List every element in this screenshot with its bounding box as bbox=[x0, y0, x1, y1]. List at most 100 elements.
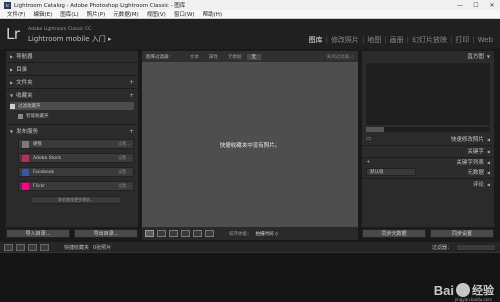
photo-count: 0张照片 bbox=[93, 244, 112, 251]
folders-header[interactable]: ▶ 文件夹 + bbox=[6, 77, 138, 87]
expand-triangle-icon: ▶ bbox=[10, 79, 14, 85]
navigator-label: 导航器 bbox=[16, 54, 33, 60]
histogram-header[interactable]: 直方图 ▼ bbox=[362, 51, 494, 61]
filter-metadata[interactable]: 元数据 bbox=[223, 54, 247, 60]
publish-setup-link[interactable]: 设置... bbox=[118, 155, 130, 161]
grid-icon[interactable] bbox=[28, 243, 37, 251]
publish-services-header[interactable]: ▼ 发布服务 + bbox=[6, 126, 138, 136]
watermark-cn: 经验 bbox=[472, 284, 494, 297]
loupe-view-icon[interactable] bbox=[157, 230, 166, 237]
left-panel: ▶ 导航器 ▶ 目录 ▶ 文件夹 + ▼ 收藏夹 + 过滤收藏夹 智能收藏夹 ▼… bbox=[6, 51, 138, 227]
menu-photo[interactable]: 照片(P) bbox=[83, 10, 110, 18]
catalog-header[interactable]: ▶ 目录 bbox=[6, 64, 138, 74]
menu-help[interactable]: 帮助(H) bbox=[199, 10, 226, 18]
flickr-icon bbox=[22, 182, 29, 190]
maximize-button[interactable]: ☐ bbox=[468, 0, 484, 10]
people-view-icon[interactable] bbox=[193, 230, 202, 237]
sort-label: 排序依据： bbox=[229, 231, 252, 237]
sync-metadata-button[interactable]: 同步元数据 bbox=[362, 229, 426, 238]
minimize-button[interactable]: — bbox=[452, 0, 468, 10]
add-collection-icon[interactable]: + bbox=[129, 92, 134, 99]
filmstrip[interactable] bbox=[0, 252, 500, 302]
expand-triangle-icon: ▶ bbox=[10, 53, 14, 59]
import-button[interactable]: 导入目录... bbox=[6, 229, 70, 238]
lightroom-mobile-link[interactable]: Lightroom mobile 入门 ▸ bbox=[28, 34, 112, 44]
menu-edit[interactable]: 编辑(E) bbox=[29, 10, 56, 18]
filmstrip-bar: 快捷收藏夹 0张照片 过滤器： bbox=[0, 242, 500, 252]
filter-preset-select[interactable]: 关闭过滤器 ◇ bbox=[327, 54, 354, 60]
compare-view-icon[interactable] bbox=[169, 230, 178, 237]
menu-library[interactable]: 图库(L) bbox=[56, 10, 82, 18]
collection-item-smart[interactable]: 智能收藏夹 bbox=[18, 112, 134, 120]
grid-view[interactable]: 快捷收藏夹中没有照片。 bbox=[142, 62, 358, 227]
watermark-url: jingyan.baidu.com bbox=[455, 297, 492, 302]
menu-view[interactable]: 视图(V) bbox=[143, 10, 170, 18]
publish-item-facebook[interactable]: Facebook 设置... bbox=[18, 167, 134, 177]
module-slideshow[interactable]: 幻灯片放映 bbox=[409, 35, 450, 45]
expand-triangle-icon: ◀ bbox=[486, 169, 490, 175]
export-button[interactable]: 导出目录... bbox=[74, 229, 138, 238]
divider bbox=[6, 62, 138, 63]
module-print[interactable]: 打印 bbox=[452, 35, 472, 45]
filmstrip-source[interactable]: 快捷收藏夹 bbox=[64, 244, 89, 251]
add-keyword-icon[interactable]: + bbox=[366, 159, 371, 165]
slider-knob[interactable] bbox=[366, 127, 384, 132]
sync-settings-button[interactable]: 同步设置 bbox=[430, 229, 494, 238]
survey-view-icon[interactable] bbox=[181, 230, 190, 237]
publish-services-label: 发布服务 bbox=[16, 129, 39, 135]
publish-setup-link[interactable]: 设置... bbox=[118, 141, 130, 147]
grid-view-icon[interactable] bbox=[145, 230, 154, 237]
collapse-triangle-icon: ▼ bbox=[10, 92, 14, 98]
right-panel: 直方图 ▼ ▭ 快速修改照片 ◀ 关键字 ◀ + 关键字列表 ◀ 默认值 元数据… bbox=[362, 51, 494, 227]
module-map[interactable]: 地图 bbox=[364, 35, 384, 45]
menu-file[interactable]: 文件(F) bbox=[3, 10, 29, 18]
divider bbox=[6, 124, 138, 125]
menu-metadata[interactable]: 元数据(M) bbox=[109, 10, 143, 18]
smart-collection-icon bbox=[18, 113, 23, 119]
filter-title: 图库过滤器： bbox=[146, 54, 173, 60]
comments-header[interactable]: 评论 ◀ bbox=[362, 179, 494, 189]
collections-label: 收藏夹 bbox=[16, 93, 33, 99]
keywording-header[interactable]: 关键字 ◀ bbox=[362, 146, 494, 156]
window-title: Lightroom Catalog - Adobe Photoshop Ligh… bbox=[14, 3, 186, 9]
publish-item-flickr[interactable]: Flickr 设置... bbox=[18, 181, 134, 191]
module-web[interactable]: Web bbox=[475, 36, 496, 44]
expand-triangle-icon: ◀ bbox=[486, 136, 490, 142]
publish-item-hard-drive[interactable]: 硬盘 设置... bbox=[18, 139, 134, 149]
collections-header[interactable]: ▼ 收藏夹 + bbox=[6, 90, 138, 100]
display-2-icon[interactable] bbox=[16, 243, 25, 251]
quick-develop-label: 快速修改照片 bbox=[450, 137, 484, 143]
painter-icon[interactable] bbox=[205, 230, 214, 237]
collapse-triangle-icon: ▼ bbox=[10, 128, 14, 134]
display-1-icon[interactable] bbox=[4, 243, 13, 251]
filter-select[interactable] bbox=[456, 243, 496, 251]
module-book[interactable]: 画册 bbox=[387, 35, 407, 45]
sort-select[interactable]: 拍摄时间 ◇ bbox=[256, 231, 279, 237]
publish-item-label: Adobe Stock bbox=[33, 155, 62, 161]
module-library[interactable]: 图库 bbox=[306, 35, 326, 45]
publish-setup-link[interactable]: 设置... bbox=[118, 169, 130, 175]
divider bbox=[6, 88, 138, 89]
quick-develop-header[interactable]: ▭ 快速修改照片 ◀ bbox=[362, 134, 494, 144]
filter-attribute[interactable]: 属性 bbox=[204, 54, 223, 60]
add-publish-icon[interactable]: + bbox=[129, 128, 134, 135]
collection-item-label: 智能收藏夹 bbox=[26, 114, 49, 119]
metadata-header[interactable]: 元数据 ◀ bbox=[362, 167, 494, 177]
navigator-header[interactable]: ▶ 导航器 bbox=[6, 51, 138, 61]
menu-window[interactable]: 窗口(W) bbox=[170, 10, 199, 18]
preset-selector-icon[interactable]: ▭ bbox=[366, 136, 371, 142]
find-more-services-button[interactable]: 联机查找更多服务... bbox=[30, 196, 122, 204]
keyword-list-header[interactable]: + 关键字列表 ◀ bbox=[362, 157, 494, 167]
publish-setup-link[interactable]: 设置... bbox=[118, 183, 130, 189]
folders-label: 文件夹 bbox=[16, 80, 33, 86]
module-develop[interactable]: 修改照片 bbox=[328, 35, 362, 45]
filter-none[interactable]: 无 bbox=[246, 53, 261, 60]
collection-item-filter[interactable]: 过滤收藏夹 bbox=[10, 102, 134, 110]
filter-text[interactable]: 文本 bbox=[185, 54, 204, 60]
back-arrow-icon[interactable] bbox=[40, 243, 49, 251]
close-button[interactable]: ✕ bbox=[484, 0, 500, 10]
histogram-slider[interactable] bbox=[366, 127, 490, 132]
publish-item-adobe-stock[interactable]: Adobe Stock 设置... bbox=[18, 153, 134, 163]
add-folder-icon[interactable]: + bbox=[129, 79, 134, 86]
filmstrip-filter: 过滤器： bbox=[432, 243, 496, 251]
